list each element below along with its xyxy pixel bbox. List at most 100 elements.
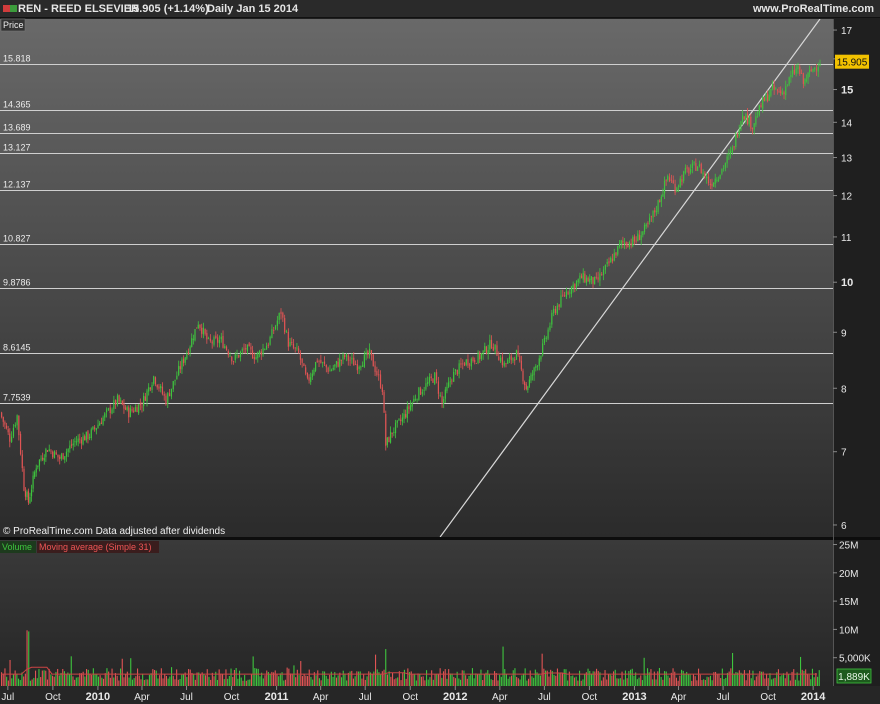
volume-bar[interactable] — [385, 649, 387, 686]
volume-bar[interactable] — [290, 673, 292, 686]
volume-bar[interactable] — [601, 680, 603, 686]
volume-bar[interactable] — [208, 676, 210, 686]
volume-bar[interactable] — [470, 674, 472, 686]
volume-bar[interactable] — [698, 668, 700, 686]
volume-bar[interactable] — [264, 675, 266, 686]
volume-bar[interactable] — [582, 679, 584, 686]
volume-bar[interactable] — [681, 669, 683, 686]
volume-bar[interactable] — [504, 669, 506, 686]
volume-bar[interactable] — [284, 679, 286, 686]
volume-bar[interactable] — [205, 675, 207, 686]
price-candle[interactable] — [116, 393, 119, 407]
volume-bar[interactable] — [381, 671, 383, 686]
price-candle[interactable] — [485, 345, 488, 355]
volume-bar[interactable] — [143, 680, 145, 686]
volume-bar[interactable] — [242, 680, 244, 686]
volume-bar[interactable] — [26, 630, 28, 686]
volume-bar[interactable] — [505, 674, 507, 686]
volume-bar[interactable] — [611, 675, 613, 686]
volume-bar[interactable] — [670, 672, 672, 686]
volume-bar[interactable] — [254, 668, 256, 686]
volume-bar[interactable] — [301, 676, 303, 686]
volume-bar[interactable] — [478, 674, 480, 686]
volume-bar[interactable] — [555, 675, 557, 686]
volume-bar[interactable] — [305, 675, 307, 686]
volume-bar[interactable] — [188, 669, 190, 686]
volume-bar[interactable] — [92, 668, 94, 686]
volume-bar[interactable] — [310, 676, 312, 686]
volume-bar[interactable] — [344, 673, 346, 686]
volume-bar[interactable] — [769, 673, 771, 686]
volume-bar[interactable] — [655, 679, 657, 686]
volume-bar[interactable] — [602, 677, 604, 686]
volume-bar[interactable] — [623, 679, 625, 686]
volume-bar[interactable] — [80, 673, 82, 686]
volume-bar[interactable] — [91, 674, 93, 686]
volume-bar[interactable] — [230, 668, 232, 686]
chart-area[interactable]: 67891011121314151617 5,000K10M15M20M25M … — [0, 0, 880, 704]
volume-bar[interactable] — [298, 675, 300, 686]
volume-bar[interactable] — [325, 675, 327, 686]
volume-bar[interactable] — [580, 680, 582, 686]
volume-bar[interactable] — [386, 674, 388, 686]
volume-bar[interactable] — [179, 679, 181, 686]
volume-bar[interactable] — [392, 672, 394, 686]
volume-bar[interactable] — [99, 675, 101, 686]
volume-bar[interactable] — [798, 680, 800, 686]
volume-bar[interactable] — [128, 677, 130, 686]
volume-bar[interactable] — [788, 674, 790, 686]
volume-bar[interactable] — [466, 678, 468, 686]
price-candle[interactable] — [314, 361, 317, 373]
price-candle[interactable] — [196, 327, 198, 329]
volume-bar[interactable] — [7, 680, 9, 686]
volume-bar[interactable] — [675, 677, 677, 686]
volume-bar[interactable] — [300, 661, 302, 686]
volume-bar[interactable] — [815, 673, 817, 686]
volume-bar[interactable] — [278, 676, 280, 686]
volume-bar[interactable] — [694, 676, 696, 686]
volume-bar[interactable] — [738, 670, 740, 686]
volume-bar[interactable] — [189, 669, 191, 686]
volume-bar[interactable] — [723, 679, 725, 686]
volume-bar[interactable] — [562, 672, 564, 686]
volume-bar[interactable] — [465, 675, 467, 686]
volume-bar[interactable] — [626, 678, 628, 686]
volume-bar[interactable] — [818, 670, 820, 686]
volume-bar[interactable] — [203, 674, 205, 686]
volume-legend[interactable]: Volume — [2, 542, 32, 552]
volume-bar[interactable] — [327, 678, 329, 686]
volume-bar[interactable] — [522, 673, 524, 686]
volume-bar[interactable] — [46, 679, 48, 686]
volume-bar[interactable] — [650, 669, 652, 686]
volume-bar[interactable] — [106, 668, 108, 686]
price-candle[interactable] — [594, 276, 596, 285]
volume-bar[interactable] — [437, 673, 439, 686]
volume-bar[interactable] — [516, 676, 518, 686]
volume-bar[interactable] — [764, 678, 766, 686]
volume-bar[interactable] — [805, 669, 807, 686]
volume-bar[interactable] — [732, 652, 734, 686]
volume-bar[interactable] — [589, 670, 591, 686]
volume-bar[interactable] — [23, 676, 25, 686]
volume-bar[interactable] — [419, 674, 421, 686]
volume-bar[interactable] — [317, 670, 319, 686]
volume-bar[interactable] — [137, 668, 139, 686]
volume-bar[interactable] — [252, 656, 254, 686]
volume-bar[interactable] — [528, 678, 530, 686]
volume-bar[interactable] — [227, 678, 229, 686]
volume-bar[interactable] — [490, 679, 492, 686]
volume-bar[interactable] — [145, 679, 147, 686]
volume-bar[interactable] — [645, 675, 647, 686]
volume-bar[interactable] — [426, 670, 428, 686]
volume-bar[interactable] — [468, 675, 470, 686]
volume-bar[interactable] — [308, 669, 310, 686]
volume-bar[interactable] — [606, 679, 608, 686]
volume-bar[interactable] — [539, 675, 541, 686]
volume-bar[interactable] — [261, 672, 263, 686]
volume-bar[interactable] — [38, 669, 40, 686]
volume-bar[interactable] — [630, 669, 632, 686]
volume-bar[interactable] — [550, 669, 552, 686]
volume-bar[interactable] — [123, 677, 125, 686]
volume-bar[interactable] — [747, 673, 749, 686]
volume-bar[interactable] — [113, 677, 115, 686]
